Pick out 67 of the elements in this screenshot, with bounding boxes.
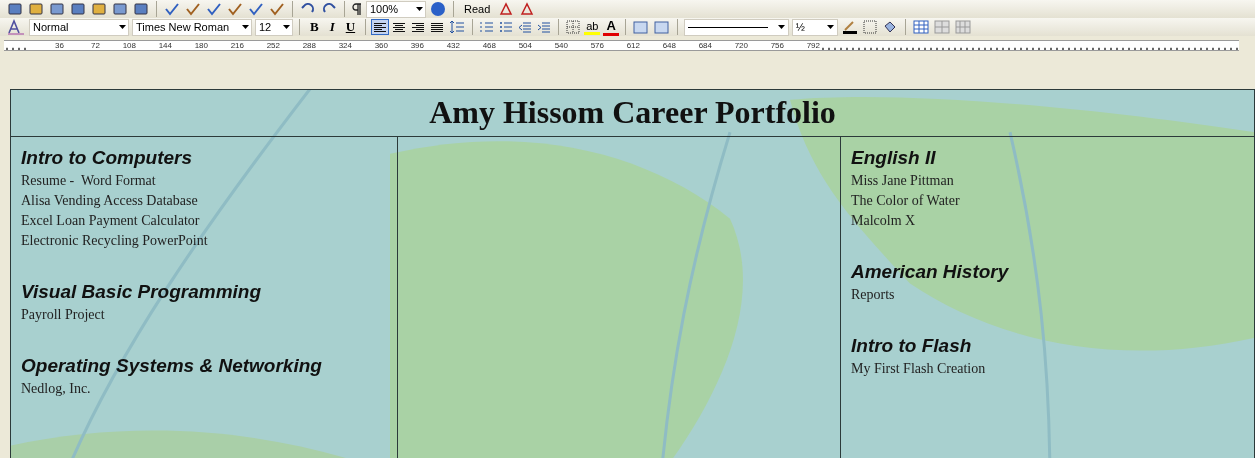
ruler-number: 540	[532, 41, 568, 50]
ruler-number: 180	[172, 41, 208, 50]
align-icon[interactable]	[372, 20, 389, 34]
outdent-icon[interactable]	[517, 19, 534, 35]
align-icon[interactable]	[410, 20, 427, 34]
course-link[interactable]: My First Flash Creation	[851, 359, 1244, 379]
ruler-number: 396	[388, 41, 424, 50]
course-link[interactable]: Excel Loan Payment Calculator	[21, 211, 387, 231]
pen-icon[interactable]	[840, 19, 859, 35]
course-heading: Intro to Computers	[21, 147, 193, 169]
course-link[interactable]: Nedlog, Inc.	[21, 379, 387, 399]
style-dropdown[interactable]: Normal	[29, 18, 129, 36]
ruler-number: 144	[136, 41, 172, 50]
course-heading: Visual Basic Programming	[21, 281, 263, 303]
read-button[interactable]: Read	[460, 3, 495, 15]
styles-icon[interactable]	[6, 18, 26, 36]
course-link[interactable]: Payroll Project	[21, 305, 387, 325]
border-icon[interactable]	[565, 19, 582, 35]
ruler-number: 216	[208, 41, 244, 50]
numbered-list-icon[interactable]	[479, 19, 496, 35]
ruler-number: 504	[496, 41, 532, 50]
course-link[interactable]: Reports	[851, 285, 1244, 305]
check-icon[interactable]	[163, 1, 181, 17]
course-link[interactable]: Miss Jane Pittman	[851, 171, 1244, 191]
course-heading: Intro to Flash	[851, 335, 973, 357]
ruler-number: 108	[100, 41, 136, 50]
indent-icon[interactable]	[536, 19, 553, 35]
document-title: Amy Hissom Career Portfolio	[428, 93, 837, 131]
ruler-number: 576	[568, 41, 604, 50]
course-heading: English II	[851, 147, 937, 169]
ruler-number: 432	[424, 41, 460, 50]
italic-button[interactable]: I	[325, 19, 339, 35]
ruler-number: 468	[460, 41, 496, 50]
line-style-dropdown[interactable]	[683, 18, 789, 36]
font-dropdown[interactable]: Times New Roman	[132, 18, 252, 36]
course-link[interactable]: Alisa Vending Access Database	[21, 191, 387, 211]
ruler-number: 756	[748, 41, 784, 50]
ruler-number: 792	[784, 41, 820, 50]
underline-button[interactable]: U	[341, 19, 360, 35]
ruler-number: 324	[316, 41, 352, 50]
course-heading: American History	[851, 261, 1010, 283]
align-icon[interactable]	[429, 20, 446, 34]
course-link[interactable]: Resume - Word Format	[21, 171, 387, 191]
course-link[interactable]: The Color of Water	[851, 191, 1244, 211]
course-link[interactable]: Electronic Recycling PowerPoint	[21, 231, 387, 251]
table-icon[interactable]	[911, 19, 930, 35]
ruler-number: 252	[244, 41, 280, 50]
ruler-number: 288	[280, 41, 316, 50]
ruler-number: 360	[352, 41, 388, 50]
bulleted-list-icon[interactable]	[498, 19, 515, 35]
align-icon[interactable]	[391, 20, 408, 34]
font-size-dropdown[interactable]: 12	[255, 18, 293, 36]
bold-button[interactable]: B	[306, 19, 323, 35]
ruler-number: 612	[604, 41, 640, 50]
ruler-number: 720	[712, 41, 748, 50]
highlight-button[interactable]: ab	[584, 19, 601, 35]
font-color-button[interactable]: A	[603, 18, 619, 36]
course-heading: Operating Systems & Networking	[21, 355, 323, 377]
ruler-number: 36	[28, 41, 64, 50]
ruler-number: 72	[64, 41, 100, 50]
pilcrow-icon[interactable]	[351, 1, 363, 17]
zoom-dropdown[interactable]: 100%	[366, 0, 426, 18]
ruler-number: 684	[676, 41, 712, 50]
line-weight-dropdown[interactable]: ½	[791, 18, 838, 36]
line-spacing-icon[interactable]	[448, 19, 467, 35]
ruler-number: 648	[640, 41, 676, 50]
course-link[interactable]: Malcolm X	[851, 211, 1244, 231]
